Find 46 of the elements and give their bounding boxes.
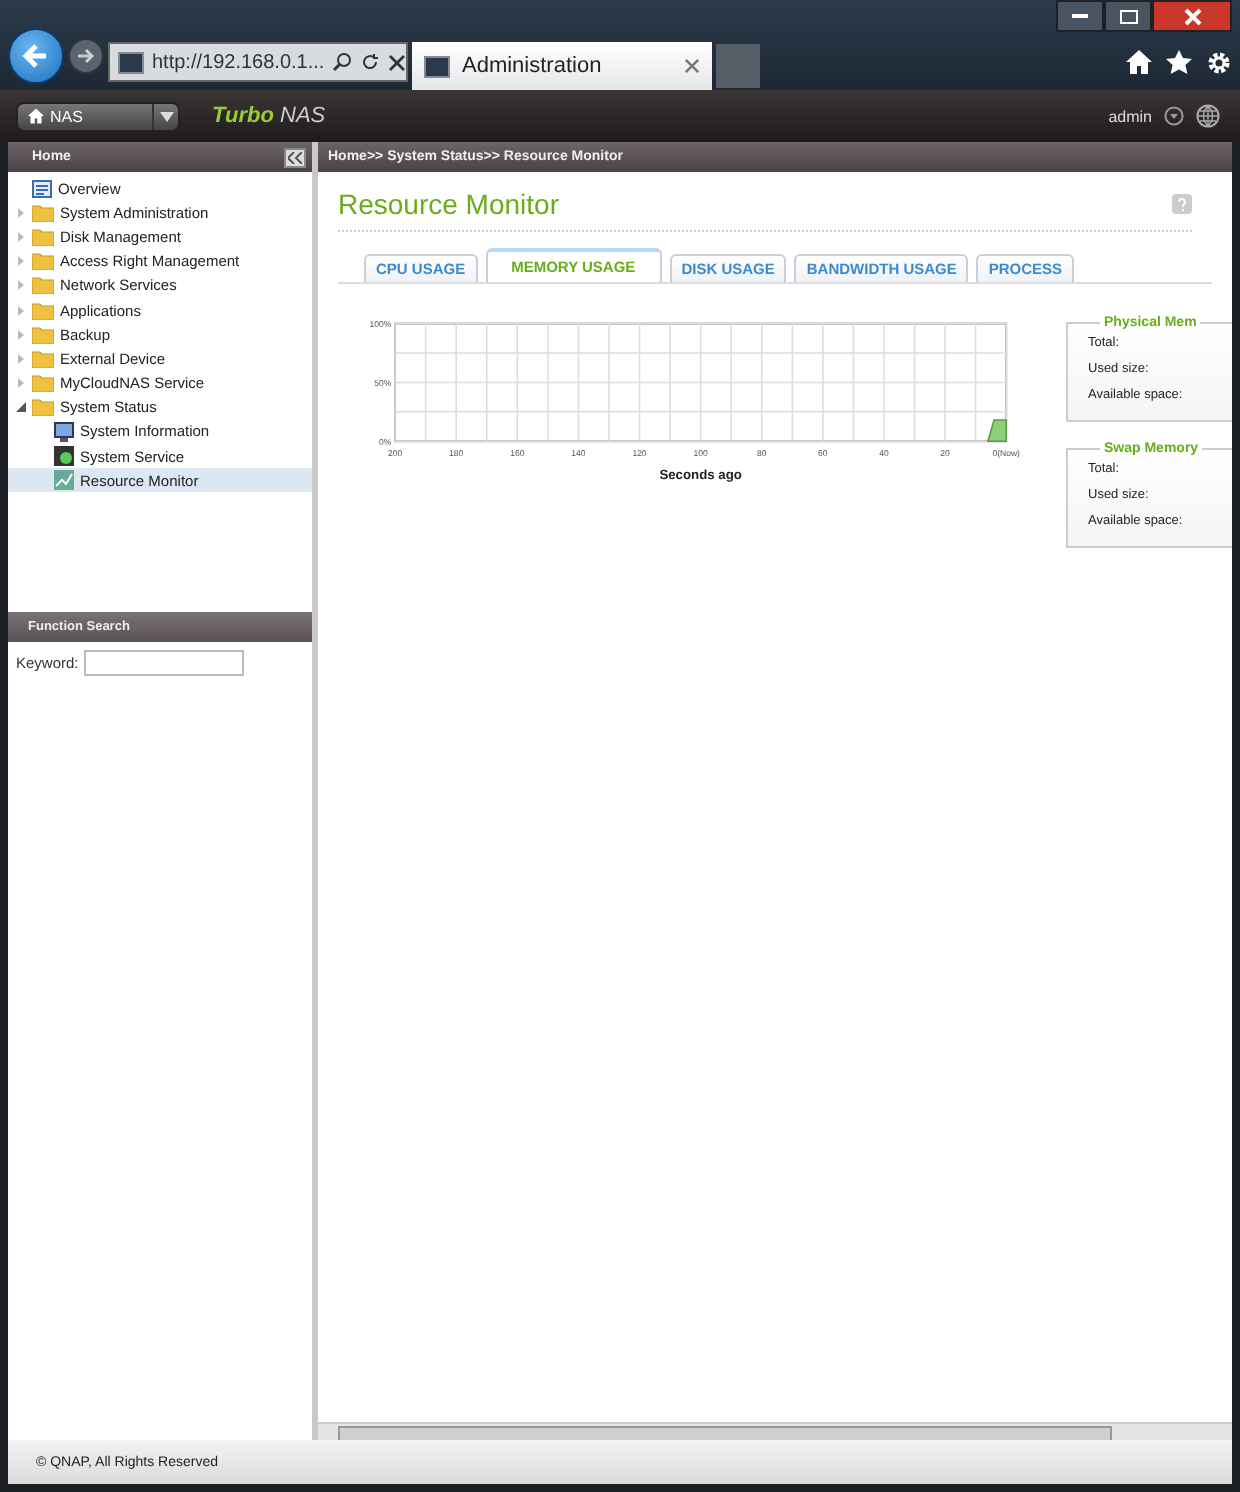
browser-tab[interactable]: Administration	[412, 42, 712, 90]
address-bar[interactable]: http://192.168.0.1...	[108, 42, 408, 82]
folder-icon	[32, 349, 54, 368]
close-button[interactable]	[1152, 0, 1232, 32]
user-name[interactable]: admin	[1108, 107, 1152, 125]
folder-icon	[32, 374, 54, 393]
forward-button[interactable]	[68, 38, 104, 74]
memory-usage-area	[987, 419, 1007, 443]
chart-icon	[54, 470, 74, 491]
monitor-icon	[54, 421, 74, 442]
page-title: Resource Monitor	[338, 188, 559, 220]
back-button[interactable]	[8, 28, 64, 84]
home-icon[interactable]	[1126, 50, 1152, 74]
caret-icon	[159, 111, 173, 121]
page-icon	[118, 51, 144, 73]
star-icon[interactable]	[1166, 50, 1192, 74]
collapse-button[interactable]	[284, 147, 306, 167]
product-logo: Turbo NAS	[212, 104, 326, 128]
page-icon	[424, 55, 450, 77]
folder-icon	[32, 276, 54, 295]
globe-icon[interactable]	[1196, 104, 1220, 128]
search-icon[interactable]	[332, 52, 353, 72]
folder-icon	[32, 398, 54, 417]
maximize-button[interactable]	[1104, 0, 1152, 32]
settings-icon[interactable]	[1206, 50, 1232, 76]
keyword-field[interactable]	[84, 650, 245, 676]
horizontal-scrollbar[interactable]	[318, 1422, 1232, 1440]
folder-icon	[32, 203, 54, 222]
folder-icon	[32, 301, 54, 320]
expanded-arrow-icon[interactable]	[16, 402, 26, 413]
folder-icon	[32, 227, 54, 246]
refresh-icon[interactable]	[360, 52, 381, 72]
close-icon	[1183, 7, 1201, 25]
device-dropdown[interactable]: NAS	[16, 101, 180, 131]
list-icon	[32, 179, 52, 198]
back-arrow-icon	[20, 40, 52, 72]
close-icon[interactable]	[388, 53, 407, 71]
minimize-icon	[1072, 13, 1088, 19]
close-icon[interactable]	[684, 58, 700, 74]
minimize-button[interactable]	[1056, 0, 1104, 32]
dropdown-icon[interactable]	[1164, 106, 1184, 126]
folder-icon	[32, 252, 54, 271]
forward-arrow-icon	[76, 46, 96, 66]
maximize-icon	[1119, 9, 1137, 23]
home-icon	[28, 108, 44, 124]
folder-icon	[32, 325, 54, 344]
